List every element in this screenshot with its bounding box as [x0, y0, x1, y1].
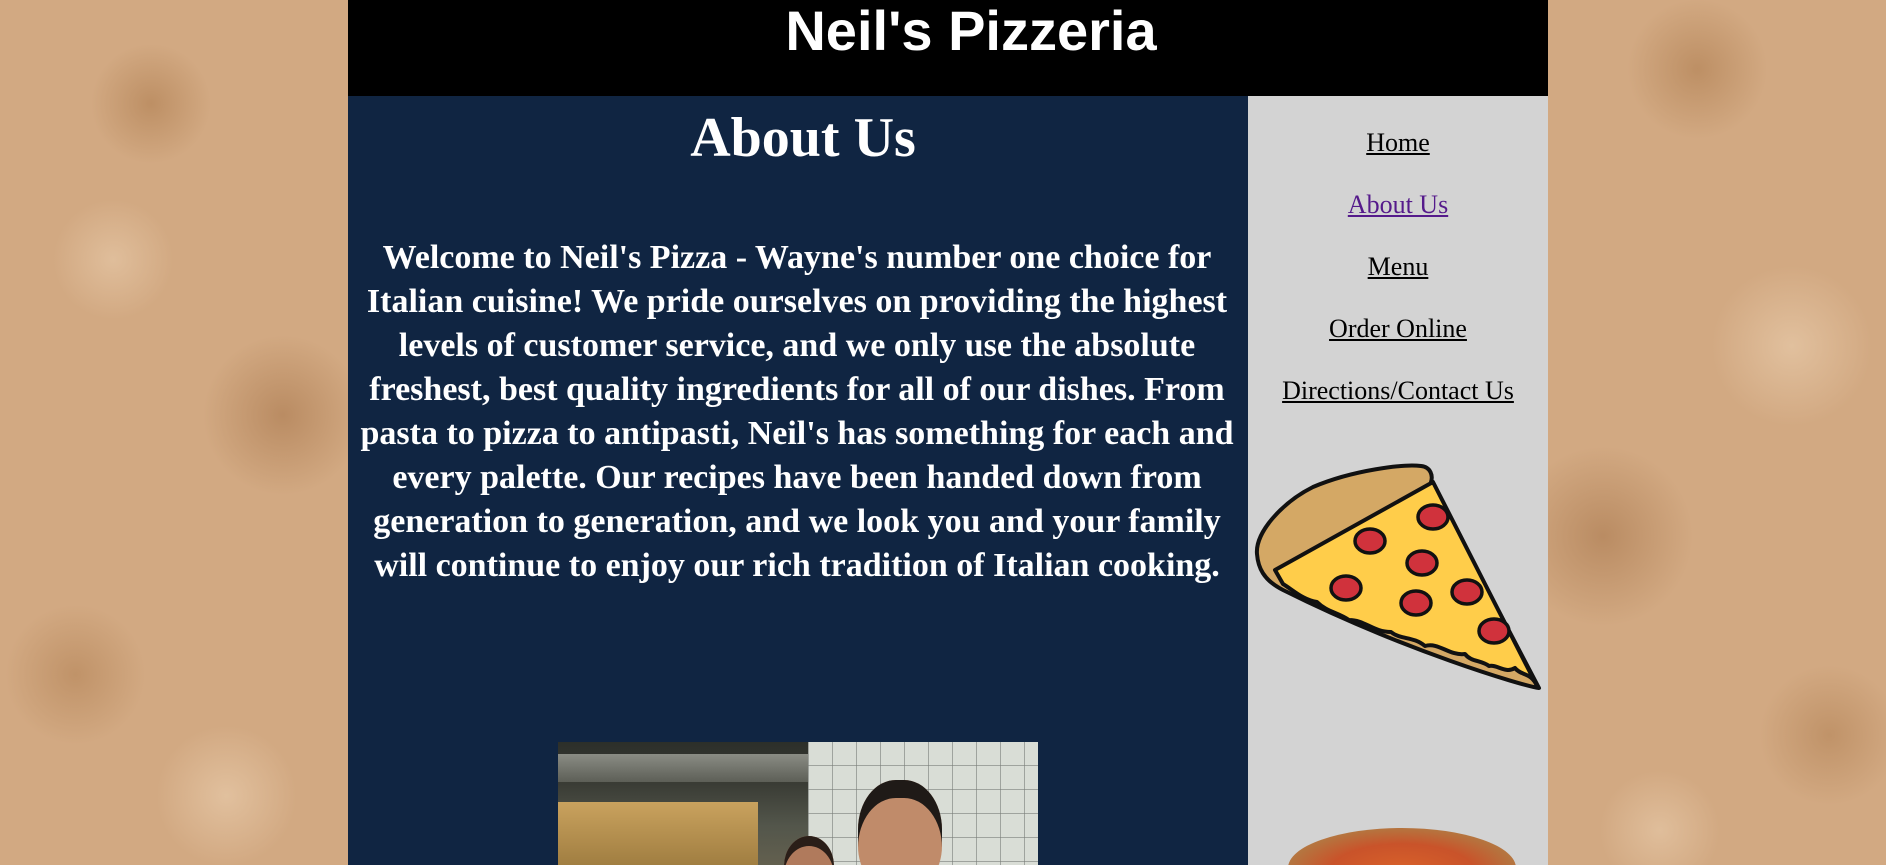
nav-link-order-online[interactable]: Order Online: [1329, 314, 1467, 343]
nav-item-menu: Menu: [1248, 246, 1548, 308]
main-content: About Us Welcome to Neil's Pizza - Wayne…: [348, 96, 1248, 865]
about-intro-text: Welcome to Neil's Pizza - Wayne's number…: [360, 239, 1234, 584]
chef-head-right: [858, 780, 942, 865]
nav-link-menu[interactable]: Menu: [1368, 252, 1429, 281]
kitchen-shelf: [558, 802, 758, 865]
page-container: Neil's Pizzeria About Us Welcome to Neil…: [348, 0, 1548, 865]
page-title: About Us: [690, 107, 916, 169]
nav-link-directions-contact[interactable]: Directions/Contact Us: [1282, 376, 1514, 405]
whole-pizza-photo: [1288, 828, 1516, 865]
nav-item-home: Home: [1248, 122, 1548, 184]
nav-link-about-us[interactable]: About Us: [1348, 190, 1448, 219]
site-header: Neil's Pizzeria: [348, 0, 1548, 96]
kitchen-hood: [558, 754, 818, 782]
nav-link-home[interactable]: Home: [1366, 128, 1430, 157]
nav-item-order: Order Online: [1248, 308, 1548, 370]
nav-item-about: About Us: [1248, 184, 1548, 246]
sidebar-nav: Home About Us Menu Order Online Directio…: [1248, 122, 1548, 432]
staff-photo: [558, 742, 1038, 865]
sidebar: Home About Us Menu Order Online Directio…: [1248, 96, 1548, 865]
pizza-slice-icon: [1254, 463, 1541, 690]
site-title: Neil's Pizzeria: [785, 0, 1157, 62]
nav-item-contact: Directions/Contact Us: [1248, 370, 1548, 432]
